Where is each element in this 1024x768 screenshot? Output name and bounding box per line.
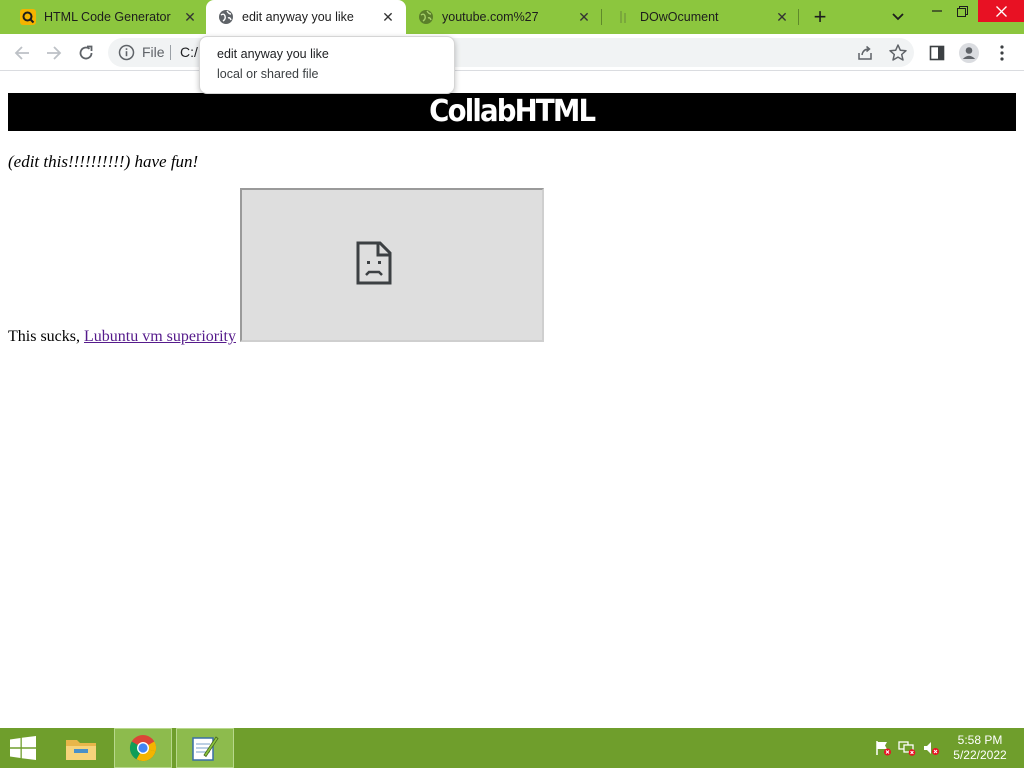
tab-label: HTML Code Generator	[44, 10, 171, 24]
network-icon[interactable]	[898, 740, 916, 756]
restore-button[interactable]	[945, 0, 979, 22]
taskbar-clock[interactable]: 5:58 PM 5/22/2022	[944, 733, 1016, 763]
close-tab-icon[interactable]: ✕	[774, 9, 790, 25]
reload-button[interactable]	[74, 41, 98, 65]
intro-text: (edit this!!!!!!!!!!) have fun!	[8, 152, 199, 171]
taskbar-notepad[interactable]	[176, 728, 234, 768]
arrow-left-icon	[14, 46, 29, 60]
taskbar-chrome[interactable]	[114, 728, 172, 768]
tab-label: DOwOcument	[640, 10, 719, 24]
reload-icon	[79, 45, 93, 60]
omnibox-divider	[170, 45, 171, 60]
volume-muted-icon[interactable]	[922, 740, 940, 756]
tab-dowocument[interactable]: DOwOcument ✕	[604, 0, 800, 34]
more-vert-icon	[1000, 45, 1004, 61]
file-explorer-icon	[66, 740, 96, 760]
info-icon[interactable]	[118, 44, 135, 61]
profile-button[interactable]	[957, 41, 981, 65]
sad-document-icon	[356, 241, 392, 285]
bookmark-star-icon[interactable]	[888, 43, 908, 63]
close-tab-icon[interactable]: ✕	[576, 9, 592, 25]
action-center-flag-icon[interactable]	[874, 740, 892, 756]
html-generator-favicon	[20, 9, 36, 25]
clock-date: 5/22/2022	[953, 748, 1007, 762]
banner-title: CollabHTML	[429, 94, 596, 129]
menu-button[interactable]	[990, 41, 1014, 65]
hover-card-title: edit anyway you like	[217, 47, 329, 61]
hover-card-subtitle: local or shared file	[217, 67, 319, 81]
arrow-right-icon	[47, 46, 62, 60]
tab-separator	[601, 9, 602, 25]
tab-html-code-generator[interactable]: HTML Code Generator ✕	[2, 0, 208, 34]
windows-start-icon[interactable]	[8, 736, 38, 760]
embedded-frame-error	[240, 188, 544, 342]
tab-label: youtube.com%27	[442, 10, 539, 24]
forward-button[interactable]	[42, 41, 66, 65]
browser-toolbar: File C:/	[0, 34, 1024, 71]
tab-label: edit anyway you like	[242, 10, 354, 24]
share-icon[interactable]	[856, 44, 874, 62]
page-viewport: CollabHTML (edit this!!!!!!!!!!) have fu…	[0, 72, 1024, 728]
page-banner: CollabHTML	[8, 93, 1016, 131]
back-button[interactable]	[10, 41, 34, 65]
close-tab-icon[interactable]: ✕	[380, 9, 396, 25]
side-panel-button[interactable]	[925, 41, 949, 65]
tab-edit-anyway[interactable]: edit anyway you like ✕	[206, 0, 406, 34]
tab-strip: HTML Code Generator ✕ edit anyway you li…	[0, 0, 1024, 34]
side-panel-icon	[929, 45, 945, 61]
taskbar-file-explorer[interactable]	[52, 728, 110, 768]
tab-hover-card: edit anyway you like local or shared fil…	[199, 36, 455, 94]
lubuntu-link[interactable]: Lubuntu vm superiority	[84, 328, 236, 345]
clock-time: 5:58 PM	[957, 733, 1003, 747]
tab-youtube[interactable]: youtube.com%27 ✕	[408, 0, 602, 34]
new-tab-button[interactable]: +	[808, 6, 832, 28]
windows-taskbar: 5:58 PM 5/22/2022	[0, 728, 1024, 768]
close-tab-icon[interactable]: ✕	[182, 9, 198, 25]
close-window-button[interactable]	[978, 0, 1024, 22]
chevron-down-icon[interactable]	[888, 8, 908, 26]
body-text-line: This sucks, Lubuntu vm superiority	[8, 328, 236, 346]
tab-separator	[798, 9, 799, 25]
globe-icon	[419, 10, 433, 24]
globe-icon	[219, 10, 233, 24]
scheme-label: File	[142, 44, 165, 60]
avatar-icon	[959, 43, 979, 63]
url-text[interactable]: C:/	[180, 44, 198, 60]
document-favicon	[620, 11, 626, 23]
chrome-icon	[129, 735, 157, 762]
notepad-icon	[192, 736, 219, 761]
body-prefix: This sucks,	[8, 328, 84, 345]
